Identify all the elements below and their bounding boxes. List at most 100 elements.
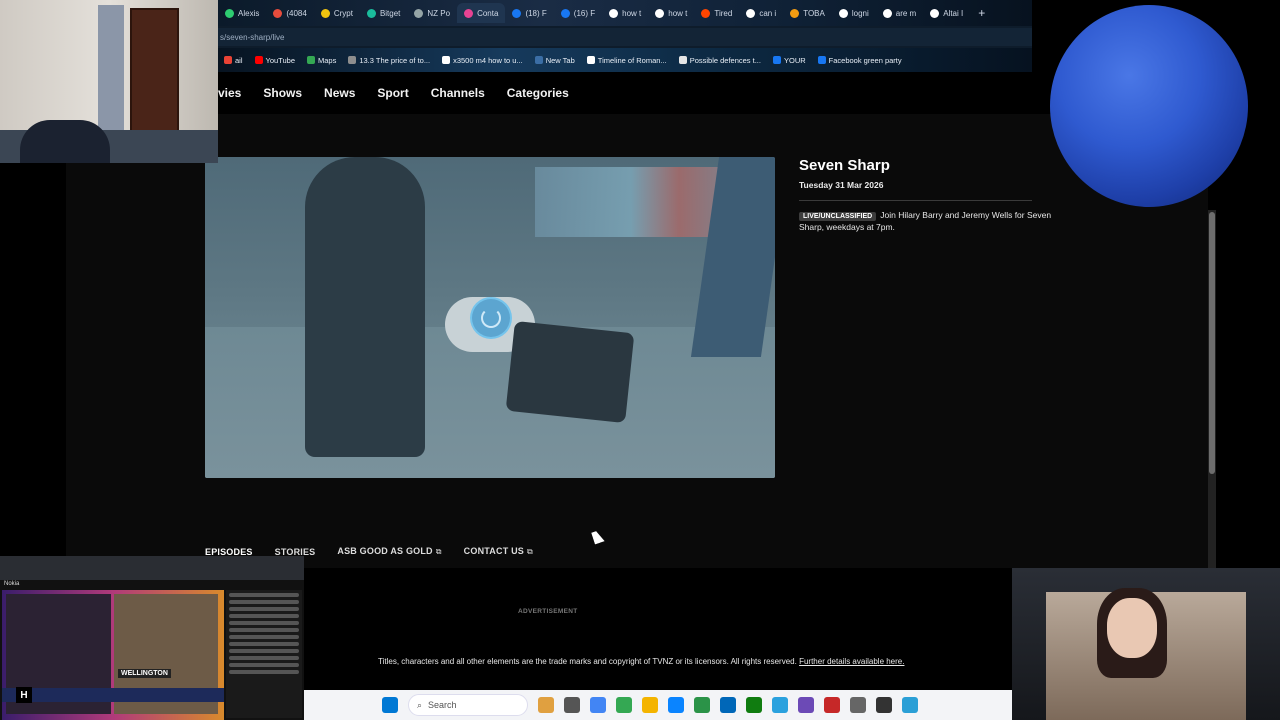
sub-tab-label: CONTACT US <box>463 546 525 556</box>
browser-tab[interactable]: Tired <box>694 3 739 23</box>
site-nav-item[interactable]: Shows <box>263 86 302 100</box>
sub-tab[interactable]: EPISODES <box>205 547 253 557</box>
bookmark-item[interactable]: Possible defences t... <box>673 56 767 65</box>
settings-icon[interactable] <box>850 697 866 713</box>
taskbar-search-placeholder: Search <box>428 700 457 710</box>
new-tab-button[interactable]: + <box>970 6 993 20</box>
windows-start-icon[interactable] <box>382 697 398 713</box>
telegram-icon[interactable] <box>772 697 788 713</box>
site-nav-item[interactable]: News <box>324 86 355 100</box>
bookmark-item[interactable]: New Tab <box>529 56 581 65</box>
bookmark-label: New Tab <box>545 55 575 65</box>
show-date: Tuesday 31 Mar 2026 <box>799 180 884 190</box>
sub-tab[interactable]: STORIES <box>275 547 316 557</box>
tab-favicon-icon <box>512 8 522 18</box>
page-footer <box>304 568 1012 690</box>
tab-label: are m <box>895 8 917 18</box>
browser-tab[interactable]: (18) F <box>505 3 553 23</box>
browser-tab[interactable]: NZ Po <box>407 3 457 23</box>
edge-icon[interactable] <box>668 697 684 713</box>
chrome-beta-icon[interactable] <box>616 697 632 713</box>
browser-tab[interactable]: Crypt <box>314 3 360 23</box>
webcam-overlay-room <box>0 0 218 163</box>
bookmark-item[interactable]: ail <box>218 56 249 65</box>
bookmark-label: Facebook green party <box>828 55 902 65</box>
bookmark-label: Timeline of Roman... <box>597 55 667 65</box>
bookmark-item[interactable]: YouTube <box>249 56 301 65</box>
edge-dev-icon[interactable] <box>694 697 710 713</box>
browser-tab[interactable]: logni <box>832 3 876 23</box>
bookmark-item[interactable]: Timeline of Roman... <box>581 56 673 65</box>
page-scrollbar-thumb[interactable] <box>1209 212 1215 474</box>
browser-tab[interactable]: Bitget <box>360 3 407 23</box>
bookmark-favicon-icon <box>772 56 781 64</box>
windows-taskbar: ⌕ Search <box>304 690 1012 720</box>
tab-favicon-icon <box>609 8 619 18</box>
tab-label: (18) F <box>525 8 547 18</box>
webcam-person <box>20 120 110 163</box>
bookmark-favicon-icon <box>817 56 826 64</box>
obs-icon[interactable] <box>798 697 814 713</box>
browser-tab[interactable]: TOBA <box>783 3 832 23</box>
bookmark-label: x3500 m4 how to u... <box>453 55 523 65</box>
sub-tab-label: STORIES <box>274 546 316 557</box>
tab-label: logni <box>851 8 869 18</box>
site-nav-item[interactable]: Categories <box>507 86 569 100</box>
browser-tab[interactable]: are m <box>876 3 923 23</box>
site-nav-item[interactable]: Sport <box>377 86 408 100</box>
tab-favicon-icon <box>790 8 800 18</box>
info-divider <box>799 200 1032 201</box>
browser-tab[interactable]: (4084 <box>266 3 313 23</box>
chrome-icon[interactable] <box>590 697 606 713</box>
file-explorer-icon[interactable] <box>642 697 658 713</box>
tab-favicon-icon <box>414 8 424 18</box>
browser-tab-strip: Alexis (4084 Crypt Bitget NZ Po Conta (18) F (1… <box>218 0 1032 26</box>
tab-favicon-icon <box>655 8 665 18</box>
browser-tab[interactable]: can i <box>739 3 783 23</box>
loading-spinner-icon <box>470 297 512 339</box>
store-icon[interactable] <box>720 697 736 713</box>
tab-label: (4084 <box>286 8 307 18</box>
vpn-icon[interactable] <box>876 697 892 713</box>
sub-tab[interactable]: ASB GOOD AS GOLD ⧉ <box>337 546 441 557</box>
bookmark-item[interactable]: Facebook green party <box>812 56 908 65</box>
video-frame-suitcase <box>505 320 635 424</box>
bookmarks-bar: ail YouTube Maps 13.3 The price of to... x35… <box>218 48 1032 72</box>
show-title: Seven Sharp <box>799 157 890 174</box>
webcam-door <box>130 8 179 134</box>
bookmark-label: YouTube <box>265 55 295 65</box>
browser-tab[interactable]: Altai I <box>923 3 970 23</box>
site-nav-item[interactable]: vies <box>218 86 241 100</box>
photos-icon[interactable] <box>902 697 918 713</box>
advertisement-label: ADVERTISEMENT <box>518 608 578 615</box>
sub-tab-label: EPISODES <box>205 546 253 557</box>
bookmark-item[interactable]: 13.3 The price of to... <box>342 56 436 65</box>
pdf-icon[interactable] <box>824 697 840 713</box>
browser-tab[interactable]: how t <box>648 3 694 23</box>
browser-tab[interactable]: Alexis <box>218 3 266 23</box>
site-nav-item[interactable]: Channels <box>431 86 485 100</box>
bookmark-item[interactable]: x3500 m4 how to u... <box>436 56 529 65</box>
video-player[interactable] <box>205 157 775 478</box>
bookmark-item[interactable]: Maps <box>301 56 342 65</box>
tab-favicon-icon <box>560 8 570 18</box>
tab-label: Altai I <box>943 8 964 18</box>
tab-favicon-icon <box>225 8 234 18</box>
browser-tab[interactable]: Conta <box>457 3 506 23</box>
task-view-icon[interactable] <box>564 697 580 713</box>
sub-tab[interactable]: CONTACT US ⧉ <box>464 546 533 557</box>
browser-tab[interactable]: (16) F <box>554 3 602 23</box>
taskbar-search[interactable]: ⌕ Search <box>408 694 528 716</box>
tab-label: TOBA <box>803 8 825 18</box>
external-link-icon: ⧉ <box>435 547 442 556</box>
copyright-text: Titles, characters and all other element… <box>378 657 797 666</box>
browser-tab[interactable]: how t <box>602 3 648 23</box>
further-details-link[interactable]: Further details available here. <box>799 657 904 666</box>
tab-label: Crypt <box>333 8 353 18</box>
widgets-icon[interactable] <box>538 697 554 713</box>
game-icon[interactable] <box>746 697 762 713</box>
bookmark-item[interactable]: YOUR <box>767 56 812 65</box>
external-link-icon: ⧉ <box>527 547 533 556</box>
bookmark-favicon-icon <box>534 56 543 64</box>
url-field[interactable]: s/seven-sharp/live <box>218 28 1032 46</box>
